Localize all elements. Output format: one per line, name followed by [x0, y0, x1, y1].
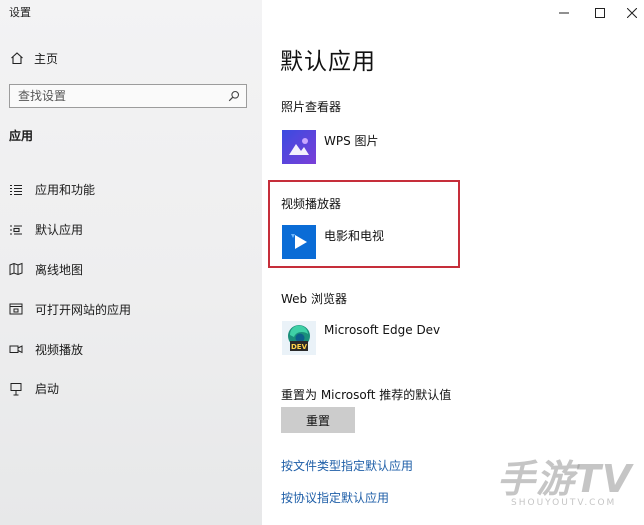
sidebar-item-label: 默认应用	[35, 223, 84, 238]
wps-picture-icon	[282, 130, 316, 164]
minimize-button[interactable]	[544, 0, 584, 24]
watermark: 手游TV SHOUYOUTV.COM	[497, 448, 637, 518]
web-browser-app-name: Microsoft Edge Dev	[324, 323, 441, 337]
video-player-heading: 视频播放器	[281, 197, 342, 211]
web-browser-app-button[interactable]: DEV Microsoft Edge Dev	[282, 321, 440, 355]
offline-maps-icon	[8, 261, 24, 277]
edge-dev-badge: DEV	[291, 343, 308, 351]
sidebar-item-apps-for-websites[interactable]: 可打开网站的应用	[0, 289, 262, 329]
sidebar-item-label: 启动	[35, 382, 60, 397]
sidebar-item-default-apps[interactable]: 默认应用	[0, 210, 262, 250]
close-button[interactable]	[612, 0, 644, 24]
sidebar-item-video-playback[interactable]: 视频播放	[0, 329, 262, 369]
link-by-file-type[interactable]: 按文件类型指定默认应用	[281, 457, 413, 474]
nav-home[interactable]: 主页	[8, 48, 58, 68]
watermark-subtext: SHOUYOUTV.COM	[511, 498, 617, 508]
minimize-icon	[559, 3, 569, 22]
video-playback-icon	[8, 341, 24, 357]
sidebar: 设置 主页 应用 应用和功能 默认应用 离线地图	[0, 0, 262, 525]
sidebar-item-offline-maps[interactable]: 离线地图	[0, 250, 262, 290]
sidebar-item-startup[interactable]: 启动	[0, 369, 262, 409]
section-heading: 应用	[9, 129, 34, 143]
reset-heading: 重置为 Microsoft 推荐的默认值	[281, 388, 452, 402]
photo-viewer-heading: 照片查看器	[281, 100, 342, 114]
photo-viewer-app-button[interactable]: WPS 图片	[282, 130, 379, 164]
watermark-text: 手游TV	[497, 457, 633, 501]
nav-list: 应用和功能 默认应用 离线地图 可打开网站的应用 视频播放 启动	[0, 170, 262, 409]
page-title: 默认应用	[280, 49, 376, 75]
search-icon[interactable]	[222, 85, 246, 107]
web-browser-heading: Web 浏览器	[281, 292, 347, 306]
sidebar-item-apps-features[interactable]: 应用和功能	[0, 170, 262, 210]
home-icon	[8, 49, 26, 67]
edge-dev-icon: DEV	[282, 321, 316, 355]
search-input[interactable]	[10, 89, 222, 103]
video-player-app-button[interactable]: 电影和电视	[282, 225, 384, 259]
apps-for-websites-icon	[8, 301, 24, 317]
close-icon	[626, 3, 638, 22]
maximize-icon	[595, 3, 605, 22]
movies-tv-icon	[282, 225, 316, 259]
sidebar-item-label: 离线地图	[35, 262, 84, 277]
startup-icon	[8, 381, 24, 397]
reset-button[interactable]: 重置	[281, 407, 355, 433]
video-player-app-name: 电影和电视	[324, 229, 385, 243]
apps-list-icon	[8, 182, 24, 198]
sidebar-item-label: 应用和功能	[35, 183, 96, 198]
sidebar-item-label: 可打开网站的应用	[35, 302, 132, 317]
search-box[interactable]	[9, 84, 247, 108]
default-apps-icon	[8, 222, 24, 238]
window-title: 设置	[9, 6, 31, 19]
link-by-protocol[interactable]: 按协议指定默认应用	[281, 489, 389, 506]
nav-home-label: 主页	[34, 51, 59, 66]
sidebar-item-label: 视频播放	[35, 342, 84, 357]
photo-viewer-app-name: WPS 图片	[324, 134, 379, 148]
